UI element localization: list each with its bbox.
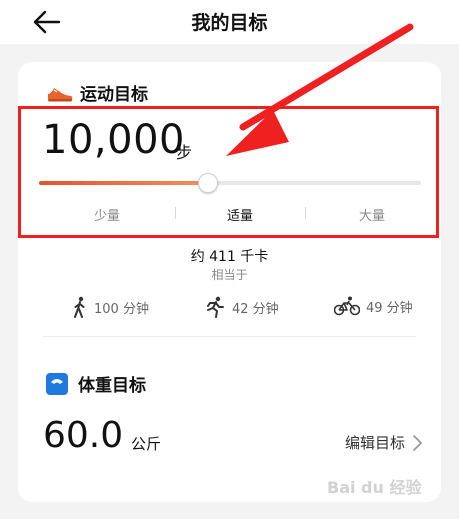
watermark: Bai du 经验: [327, 478, 422, 497]
annotation-arrow-icon: [226, 23, 414, 156]
